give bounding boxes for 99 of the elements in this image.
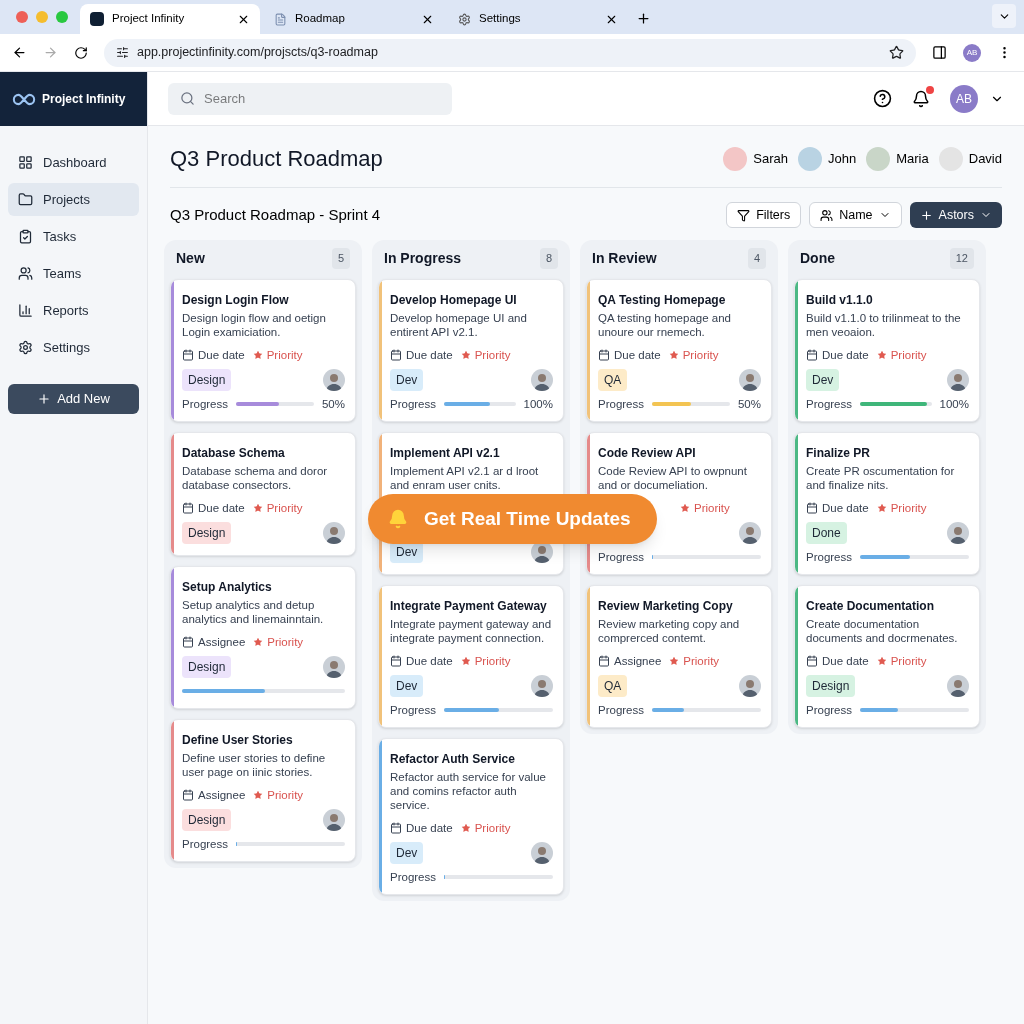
card-description: Define user stories to define user page on iinic stories.	[182, 751, 327, 779]
card-title: Code Review API	[598, 445, 697, 461]
column-title: In Review	[592, 249, 657, 268]
progress-label: Progress	[390, 397, 437, 411]
card-title: Define User Stories	[182, 732, 294, 748]
tag: QA	[598, 675, 628, 697]
card-title: Finalize PR	[806, 445, 871, 461]
card-description: Design login flow and oetign Login examiciation.	[182, 311, 327, 339]
tag: Design	[182, 369, 232, 391]
progress-label: Progress	[806, 397, 853, 411]
meta-label: Assignee	[614, 654, 662, 668]
priority-label: Priority	[267, 788, 304, 802]
tag: Design	[182, 522, 232, 544]
board-subtitle: Q3 Product Roadmap - Sprint 4	[170, 204, 381, 225]
card-title: QA Testing Homepage	[598, 292, 727, 308]
member-name: Maria	[896, 149, 929, 168]
tag: Dev	[390, 675, 424, 697]
tag: Design	[806, 675, 856, 697]
url-text: app.projectinfinity.com/projscts/q3-roadmap	[137, 44, 379, 62]
column-title: New	[176, 249, 205, 268]
priority-label: Priority	[267, 635, 304, 649]
card-title: Integrate Payment Gateway	[390, 598, 548, 614]
card-description: Code Review API to owpnunt and or documeliation.	[598, 464, 748, 492]
card-title: Refactor Auth Service	[390, 751, 516, 767]
progress-label: Progress	[806, 550, 853, 564]
meta-label: Due date	[822, 654, 869, 668]
card-description: Database schema and doror database consectors.	[182, 464, 329, 492]
priority-label: Priority	[682, 348, 719, 362]
member-name: Sarah	[753, 149, 789, 168]
meta-label: Due date	[614, 348, 661, 362]
column-title: Done	[800, 249, 835, 268]
tag: Design	[182, 809, 232, 831]
count-badge: 8	[539, 248, 558, 269]
priority-label: Priority	[474, 821, 511, 835]
tag: QA	[598, 369, 628, 391]
card-title: Implement API v2.1	[390, 445, 501, 461]
card-title: Database Schema	[182, 445, 286, 461]
progress-label: Progress	[182, 397, 229, 411]
card-title: Setup Analytics	[182, 579, 273, 595]
card-description: Review marketing copy and comprerced contemt.	[598, 617, 741, 645]
tag: Dev	[390, 842, 424, 864]
card-description: QA testing homepage and unoure our rnemech.	[598, 311, 732, 339]
priority-label: Priority	[890, 348, 927, 362]
count-badge: 12	[949, 248, 974, 269]
tab-title: Roadmap	[295, 11, 346, 27]
meta-label: Due date	[406, 821, 453, 835]
progress-label: Progress	[390, 870, 437, 884]
priority-label: Priority	[694, 501, 730, 515]
meta-label: Due date	[198, 501, 245, 515]
count-badge: 4	[747, 248, 766, 269]
progress-label: Progress	[806, 703, 853, 717]
priority-label: Priority	[474, 654, 511, 668]
card-description: Develop homepage UI and entirent API v2.1.	[390, 311, 528, 339]
priority-label: Priority	[474, 348, 511, 362]
priority-label: Priority	[683, 654, 720, 668]
meta-label: Due date	[822, 501, 869, 515]
progress-label: Progress	[598, 550, 645, 564]
brand-name: Project Infinity	[42, 91, 126, 108]
column-title: In Progress	[384, 249, 462, 268]
tab-title: Settings	[479, 11, 522, 27]
tag: Design	[182, 656, 232, 678]
tab-title: Project Infinity	[112, 11, 186, 27]
meta-label: Assignee	[198, 788, 246, 802]
page-title: Q3 Product Roadmap	[170, 145, 383, 173]
card-description: Setup analytics and detup analytics and linemainntain.	[182, 598, 325, 626]
card-title: Build v1.1.0	[806, 292, 874, 308]
count-badge: 5	[331, 248, 350, 269]
progress-label: Progress	[598, 703, 645, 717]
tag: Dev	[806, 369, 840, 391]
priority-label: Priority	[890, 654, 927, 668]
card-title: Create Documentation	[806, 598, 936, 614]
card-description: Create documentation documents and docrmenates.	[806, 617, 959, 645]
progress-label: Progress	[598, 397, 645, 411]
progress-reading: 100%	[939, 397, 969, 411]
card-description: Build v1.1.0 to trilinmeat to the men veoaion.	[806, 311, 962, 339]
card-description: Create PR oscumentation for and finalize nits.	[806, 464, 956, 492]
progress-reading: 100%	[523, 397, 553, 411]
meta-label: Due date	[406, 348, 453, 362]
priority-label: Priority	[266, 501, 303, 515]
card-description: Refactor auth service for value and comins refactor auth service.	[390, 770, 547, 812]
priority-label: Priority	[266, 348, 303, 362]
progress-reading: 50%	[321, 397, 345, 411]
card-title: Review Marketing Copy	[598, 598, 734, 614]
meta-label: Due date	[822, 348, 869, 362]
member-name: David	[968, 149, 1002, 168]
progress-label: Progress	[182, 837, 229, 851]
card-description: Implement API v2.1 ar d lroot and enram user cnits.	[390, 464, 540, 492]
progress-label: Progress	[390, 703, 437, 717]
meta-label: Assignee	[198, 635, 246, 649]
card-description: Integrate payment gateway and integrate payment connection.	[390, 617, 553, 645]
card-title: Develop Homepage UI	[390, 292, 518, 308]
meta-label: Due date	[198, 348, 245, 362]
tag: Dev	[390, 369, 424, 391]
priority-label: Priority	[890, 501, 927, 515]
meta-label: Due date	[406, 654, 453, 668]
tag: Done	[806, 522, 847, 544]
member-name: John	[828, 149, 857, 168]
card-title: Design Login Flow	[182, 292, 290, 308]
progress-reading: 50%	[737, 397, 761, 411]
